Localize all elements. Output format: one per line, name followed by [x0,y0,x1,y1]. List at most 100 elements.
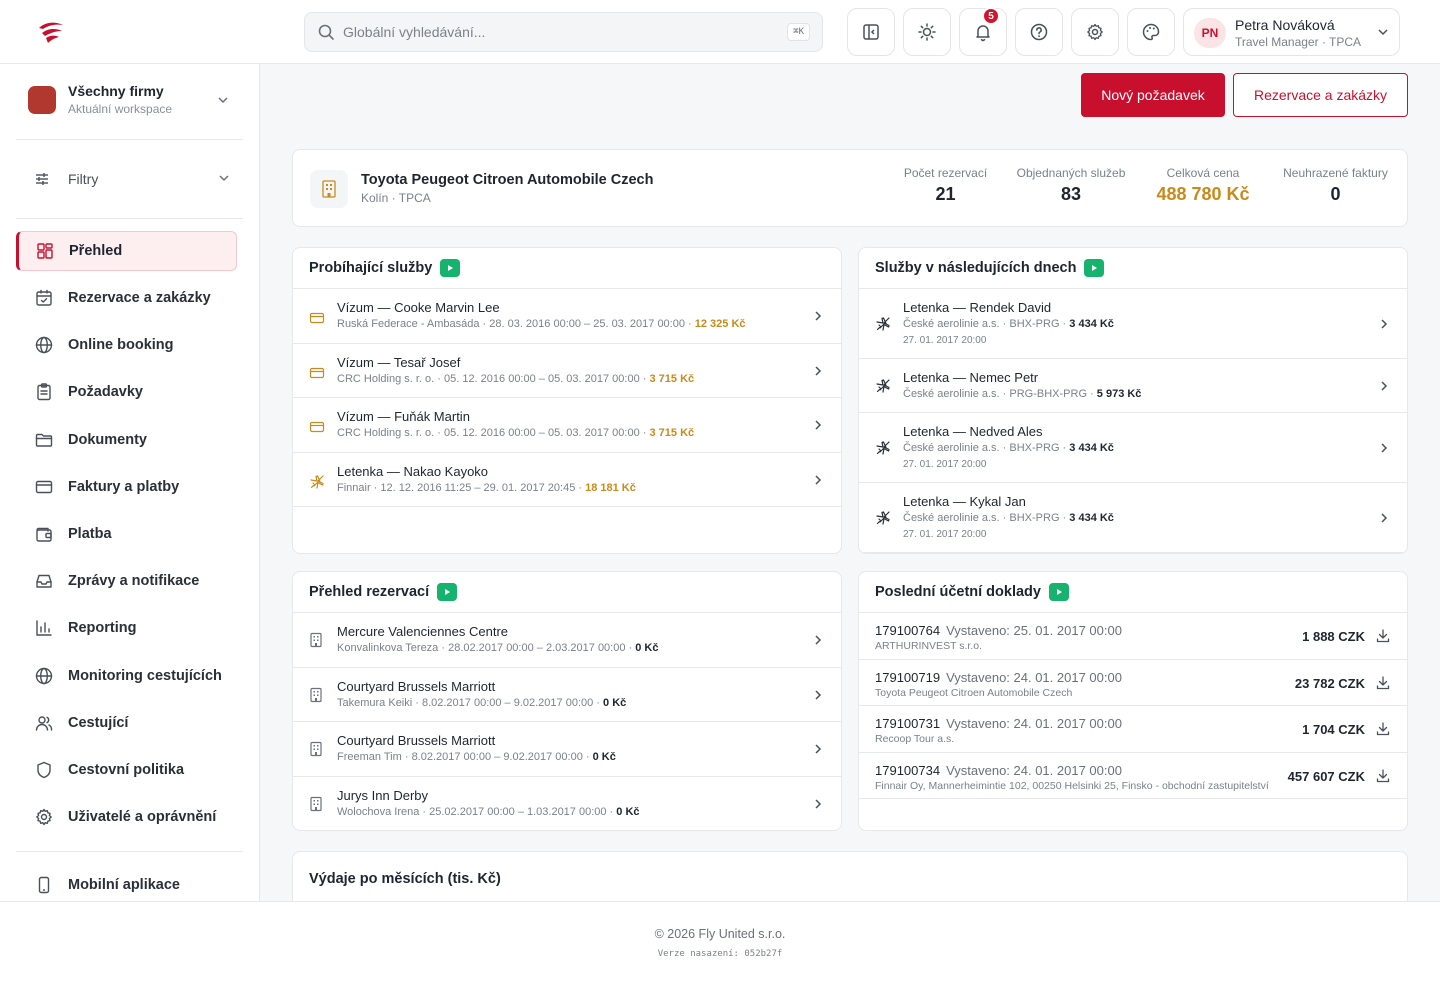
sidebar-item-label: Reporting [68,620,137,636]
chevron-right-icon [813,419,823,431]
chevron-right-icon [813,365,823,377]
sidebar-item-label: Cestovní politika [68,762,185,778]
user-role: Travel Manager · TPCA [1235,35,1362,49]
copyright: © 2026 Fly United s.r.o. [654,927,786,941]
sidebar-item-0[interactable]: Přehled [16,231,237,271]
workspace-switcher[interactable]: Všechny firmy Aktuální workspace [28,82,243,122]
search-placeholder: Globální vyhledávání... [343,24,486,40]
sidebar-item-8[interactable]: Reporting [16,608,237,648]
gear-icon [34,807,54,827]
reservation-details: Konvalinkova Tereza · 28.02.2017 00:00 –… [337,642,659,654]
reservation-title: Courtyard Brussels Marriott [337,733,496,748]
download-icon[interactable] [1375,675,1391,691]
fly-united-logo[interactable] [36,18,66,46]
sidebar-divider [16,139,243,140]
upcoming-services-card: Služby v následujících dnech Letenka — R… [858,247,1408,554]
upcoming-service-row[interactable]: Letenka — Nemec Petr České aerolinie a.s… [859,359,1407,413]
reservation-row[interactable]: Courtyard Brussels Marriott Takemura Kei… [293,668,841,722]
invoice-amount: 457 607 CZK [1287,768,1365,784]
sidebar-toggle-icon [861,22,881,42]
download-icon[interactable] [1375,768,1391,784]
service-title: Letenka — Nedved Ales [903,424,1043,439]
service-title: Vízum — Cooke Marvin Lee [337,300,500,315]
palette-button[interactable] [1127,8,1175,56]
hotel-icon [309,687,323,703]
sidebar-item-10[interactable]: Cestující [16,703,237,743]
reservation-row[interactable]: Courtyard Brussels Marriott Freeman Tim … [293,722,841,777]
play-icon[interactable] [437,583,458,601]
recent-invoices-card: Poslední účetní doklady 179100764 Vystave… [858,571,1408,831]
stat-value: 488 780 Kč [1156,184,1250,204]
filters-toggle[interactable]: Filtry [34,169,234,189]
notifications-button[interactable]: 5 [959,7,1007,56]
chevron-right-icon [813,634,823,646]
chevron-down-icon [1377,26,1389,38]
service-price: 3 434 Kč [1069,512,1114,524]
reservations-button[interactable]: Rezervace a zakázky [1233,73,1408,117]
invoice-number: 179100764 [875,623,941,638]
sidebar-item-12[interactable]: Uživatelé a oprávnění [16,797,237,837]
sidebar-item-4[interactable]: Dokumenty [16,420,237,460]
invoice-row: 179100734 Vystaveno: 24. 01. 2017 00:00 F… [859,753,1407,799]
chevron-right-icon [1379,512,1389,524]
play-icon[interactable] [1048,583,1069,601]
chevron-right-icon [1379,318,1389,330]
service-date: 27. 01. 2017 20:00 [903,335,987,346]
ongoing-service-row[interactable]: Letenka — Nakao Kayoko Finnair · 12. 12.… [293,453,841,507]
card-header: Služby v následujících dnech [859,248,1407,289]
card-icon [309,310,325,326]
invoice-amount: 1 888 CZK [1302,629,1365,644]
download-icon[interactable] [1375,721,1391,737]
upcoming-service-row[interactable]: Letenka — Nedved Ales České aerolinie a.… [859,413,1407,483]
hotel-icon [309,741,323,757]
ongoing-service-row[interactable]: Vízum — Tesař Josef CRC Holding s. r. o.… [293,344,841,398]
shield-icon [34,760,54,780]
stat-value: 83 [1060,184,1082,204]
upcoming-service-row[interactable]: Letenka — Rendek David České aerolinie a… [859,289,1407,359]
sidebar-item-mobile-app[interactable]: Mobilní aplikace [16,865,237,905]
service-price: 3 715 Kč [649,427,695,439]
sidebar-item-3[interactable]: Požadavky [16,372,237,412]
download-icon[interactable] [1375,628,1391,644]
gear-icon [1085,22,1105,42]
sidebar-item-1[interactable]: Rezervace a zakázky [16,278,237,318]
reservation-title: Courtyard Brussels Marriott [337,678,496,694]
service-title: Letenka — Kykal Jan [903,494,1026,509]
sidebar-item-11[interactable]: Cestovní politika [16,750,237,790]
plane-icon [875,510,891,526]
ongoing-service-row[interactable]: Vízum — Fuňák Martin CRC Holding s. r. o… [293,398,841,453]
sidebar-item-6[interactable]: Platba [16,514,237,554]
building-icon [310,170,348,208]
sidebar-item-2[interactable]: Online booking [16,325,237,365]
reservation-row[interactable]: Mercure Valenciennes Centre Konvalinkova… [293,613,841,668]
clipboard-icon [34,382,54,402]
invoice-issued: Vystaveno: 24. 01. 2017 00:00 [946,669,1122,685]
avatar: PN [1194,18,1226,48]
search-icon [317,23,335,41]
help-button[interactable] [1015,8,1063,56]
play-icon[interactable] [1084,259,1105,277]
ongoing-service-row[interactable]: Vízum — Cooke Marvin Lee Ruská Federace … [293,289,841,344]
stat-reservations: Počet rezervací 21 [893,166,998,205]
new-request-button[interactable]: Nový požadavek [1081,73,1225,117]
company-location: Kolín · TPCA [361,191,431,205]
invoice-company: ARTHURINVEST s.r.o. [875,640,982,652]
sidebar-item-9[interactable]: Monitoring cestujících [16,656,237,696]
sidebar-item-5[interactable]: Faktury a platby [16,467,237,507]
settings-button[interactable] [1071,8,1119,56]
hotel-icon [309,632,323,648]
service-details: České aerolinie a.s. · BHX-PRG · 3 434 K… [903,442,1114,454]
service-details: České aerolinie a.s. · BHX-PRG · 3 434 K… [903,512,1114,524]
toggle-sidebar-button[interactable] [847,8,895,56]
upcoming-service-row[interactable]: Letenka — Kykal Jan České aerolinie a.s.… [859,483,1407,553]
sidebar-item-7[interactable]: Zprávy a notifikace [16,561,237,601]
global-search-input[interactable]: Globální vyhledávání... ⌘K [304,12,823,52]
chevron-right-icon [813,743,823,755]
card-header: Probíhající služby [293,248,841,289]
theme-toggle-button[interactable] [903,8,951,56]
plane-icon [875,440,891,456]
user-menu[interactable]: PN Petra Nováková Travel Manager · TPCA [1183,8,1400,56]
service-date: 27. 01. 2017 20:00 [903,529,987,540]
play-icon[interactable] [440,259,461,277]
reservation-row[interactable]: Jurys Inn Derby Wolochova Irena · 25.02.… [293,777,841,831]
